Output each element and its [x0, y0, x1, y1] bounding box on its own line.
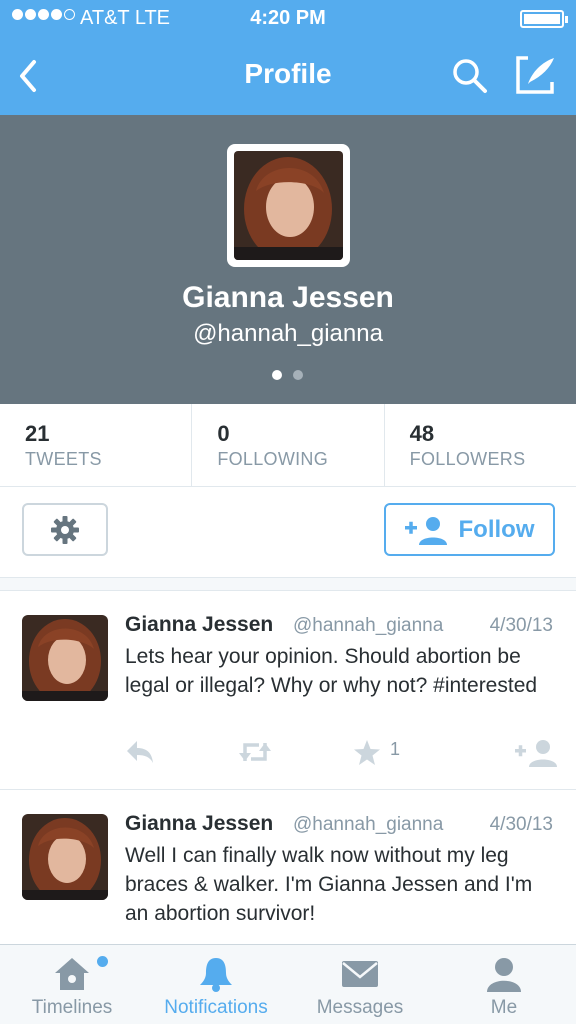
- status-bar: AT&T LTE 4:20 PM: [0, 0, 576, 36]
- profile-header: Gianna Jessen @hannah_gianna: [0, 115, 576, 404]
- avatar[interactable]: [227, 144, 350, 267]
- tweet-avatar[interactable]: [22, 615, 108, 701]
- profile-handle: @hannah_gianna: [193, 320, 383, 347]
- favorite-count: 1: [390, 739, 401, 759]
- page-indicator[interactable]: [272, 370, 303, 380]
- reply-icon[interactable]: [125, 739, 155, 765]
- tab-bar: Timelines Notifications Messages Me: [0, 944, 576, 1024]
- stat-label: FOLLOWING: [217, 449, 329, 469]
- tab-timelines[interactable]: Timelines: [0, 945, 144, 1024]
- home-icon: [55, 958, 89, 990]
- stat-tweets[interactable]: 21 TWEETS: [0, 404, 193, 486]
- settings-button[interactable]: [22, 503, 108, 556]
- star-icon[interactable]: [353, 739, 381, 767]
- profile-photo: [234, 151, 343, 260]
- profile-name: Gianna Jessen: [182, 281, 394, 314]
- clock: 4:20 PM: [250, 7, 326, 29]
- section-divider: [0, 577, 576, 591]
- notification-badge: [97, 956, 108, 967]
- retweet-icon[interactable]: [237, 739, 273, 765]
- tab-label: Timelines: [31, 997, 113, 1018]
- tweet-date: 4/30/13: [489, 615, 553, 636]
- tab-label: Me: [490, 997, 518, 1018]
- page-dot-active: [272, 370, 282, 380]
- tab-notifications[interactable]: Notifications: [144, 945, 288, 1024]
- tweet-author-handle[interactable]: @hannah_gianna: [293, 615, 443, 637]
- follow-button[interactable]: Follow: [384, 503, 555, 556]
- envelope-icon: [342, 961, 378, 987]
- gear-icon: [51, 515, 79, 544]
- stat-followers[interactable]: 48 FOLLOWERS: [385, 404, 576, 486]
- person-icon: [487, 958, 521, 992]
- stat-following[interactable]: 0 FOLLOWING: [192, 404, 385, 486]
- stat-value: 21: [25, 421, 50, 446]
- tweet-author-name[interactable]: Gianna Jessen: [125, 613, 273, 637]
- tweet-text: Well I can finally walk now without my l…: [125, 844, 533, 925]
- stat-label: TWEETS: [25, 449, 102, 469]
- tweet-text: Lets hear your opinion. Should abortion …: [125, 645, 538, 697]
- compose-icon[interactable]: [514, 54, 558, 96]
- tab-me[interactable]: Me: [432, 945, 576, 1024]
- page-dot: [293, 370, 303, 380]
- stat-label: FOLLOWERS: [409, 449, 526, 469]
- bell-icon: [200, 958, 232, 992]
- tab-label: Messages: [316, 997, 404, 1018]
- stat-value: 48: [409, 421, 435, 446]
- stat-value: 0: [217, 421, 230, 446]
- battery-icon: [520, 10, 568, 28]
- tweet-date: 4/30/13: [489, 814, 553, 835]
- profile-actions: Follow: [0, 487, 576, 577]
- follow-label: Follow: [458, 515, 535, 543]
- tab-messages[interactable]: Messages: [288, 945, 432, 1024]
- tweet-author-name[interactable]: Gianna Jessen: [125, 812, 273, 836]
- add-user-icon[interactable]: [515, 739, 557, 767]
- tab-label: Notifications: [164, 997, 268, 1018]
- profile-stats: 21 TWEETS 0 FOLLOWING 48 FOLLOWERS: [0, 404, 576, 487]
- search-icon[interactable]: [450, 56, 490, 96]
- tweet-author-handle[interactable]: @hannah_gianna: [293, 814, 443, 836]
- tweet-actions: 1: [125, 739, 557, 769]
- tweet-avatar[interactable]: [22, 814, 108, 900]
- tweet[interactable]: Gianna Jessen @hannah_gianna 4/30/13 Let…: [0, 591, 576, 790]
- add-user-icon: [404, 516, 447, 545]
- top-bar: AT&T LTE 4:20 PM Profile: [0, 0, 576, 115]
- tweet[interactable]: Gianna Jessen @hannah_gianna 4/30/13 Wel…: [0, 790, 576, 950]
